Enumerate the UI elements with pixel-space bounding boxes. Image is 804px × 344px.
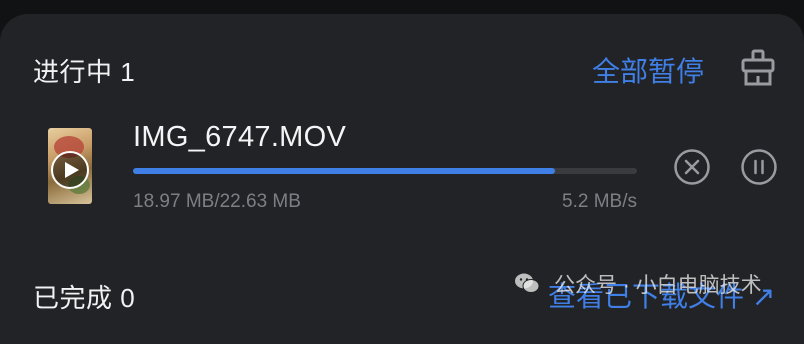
cancel-circle-icon[interactable] [673, 148, 711, 186]
download-progress-bar [133, 168, 637, 174]
watermark-text: 公众号 · 小白电脑技术 [554, 274, 762, 297]
video-play-icon [51, 151, 89, 189]
completed-section-title: 已完成 0 [33, 283, 136, 313]
pause-circle-icon[interactable] [740, 148, 778, 186]
wechat-icon [515, 273, 540, 293]
download-file-name: IMG_6747.MOV [133, 121, 347, 153]
video-thumbnail[interactable] [48, 128, 92, 204]
download-progress-fill [133, 168, 556, 174]
in-progress-section-title: 进行中 1 [33, 57, 136, 87]
clear-broom-icon[interactable] [738, 48, 778, 88]
download-size-progress: 18.97 MB/22.63 MB [133, 191, 301, 212]
pause-all-button[interactable]: 全部暂停 [592, 50, 704, 90]
download-speed: 5.2 MB/s [562, 191, 637, 212]
